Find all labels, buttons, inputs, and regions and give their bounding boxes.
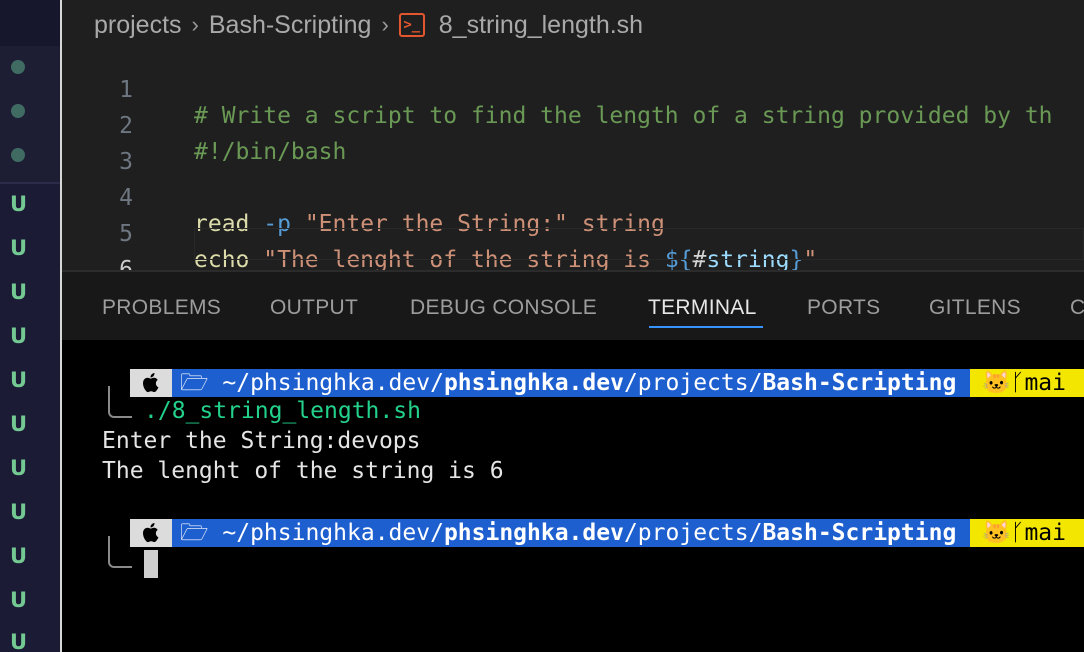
git-branch-name: mai (1024, 520, 1066, 546)
prompt-path: 🗁 ~/phsinghka.dev/phsinghka.dev/projects… (172, 369, 970, 397)
modified-dot (11, 104, 25, 118)
untracked-badge[interactable]: U (10, 500, 34, 524)
untracked-badge[interactable]: U (10, 236, 34, 260)
git-branch-name: mai (1024, 370, 1066, 396)
code-line[interactable]: 2 #!/bin/bash (62, 82, 1084, 165)
untracked-badge[interactable]: U (10, 368, 34, 392)
code-line[interactable]: 5 echo "The lenght of the string is ${#s… (62, 190, 1084, 273)
apple-icon (130, 369, 172, 397)
untracked-badge[interactable]: U (10, 412, 34, 436)
tab-ports[interactable]: PORTS (807, 296, 880, 320)
path-segment: ~/phsinghka.dev/ (222, 520, 444, 546)
git-branch-icon: ᚴ (1010, 520, 1025, 546)
breadcrumb-item[interactable]: projects (94, 11, 182, 40)
folder-icon: 🗁 (180, 520, 223, 546)
path-segment: ~/phsinghka.dev/ (222, 370, 444, 396)
prompt-git: 🐱ᚴmai (970, 519, 1084, 547)
breadcrumb-item[interactable]: 8_string_length.sh (439, 11, 643, 40)
code-line[interactable]: 3 (62, 118, 1084, 175)
untracked-badge[interactable]: U (10, 280, 34, 304)
untracked-badge[interactable]: U (10, 588, 34, 612)
terminal-command: ./8_string_length.sh (144, 398, 421, 424)
breadcrumb: projects › Bash-Scripting › >_ 8_string_… (94, 10, 643, 40)
github-icon: 🐱 (982, 370, 1011, 396)
active-tab-indicator (649, 326, 763, 328)
tab-problems[interactable]: PROBLEMS (102, 296, 221, 320)
github-icon: 🐱 (982, 520, 1011, 546)
path-segment-bold: phsinghka.dev (443, 520, 624, 546)
path-segment: /projects/ (623, 370, 763, 396)
explorer-strip: U U U U U U U U U U U (0, 0, 60, 652)
prompt-git: 🐱ᚴmai (970, 369, 1084, 397)
path-segment-bold: phsinghka.dev (443, 370, 624, 396)
panel-tab-bar: PROBLEMS OUTPUT DEBUG CONSOLE TERMINAL P… (62, 272, 1084, 340)
prompt-bar: 🗁 ~/phsinghka.dev/phsinghka.dev/projects… (130, 519, 1084, 547)
prompt-path: 🗁 ~/phsinghka.dev/phsinghka.dev/projects… (172, 519, 970, 547)
terminal-cursor (144, 550, 158, 578)
modified-dot (11, 60, 25, 74)
git-status-list: U U U U U U U U U U U (0, 184, 60, 652)
terminal-file-icon: >_ (398, 13, 425, 37)
prompt-corner (108, 386, 132, 418)
code-editor[interactable]: projects › Bash-Scripting › >_ 8_string_… (62, 0, 1084, 283)
path-segment-bold: Bash-Scripting (762, 370, 957, 396)
git-branch-icon: ᚴ (1010, 370, 1025, 396)
tab-debug-console[interactable]: DEBUG CONSOLE (410, 296, 597, 320)
untracked-badge[interactable]: U (10, 630, 34, 652)
code-line[interactable]: 6 (62, 226, 1084, 283)
chevron-right-icon: › (191, 12, 199, 37)
tab-overflow[interactable]: C (1070, 296, 1084, 320)
apple-icon (130, 519, 172, 547)
prompt-corner (108, 536, 132, 568)
untracked-badge[interactable]: U (10, 324, 34, 348)
untracked-badge[interactable]: U (10, 192, 34, 216)
folder-icon: 🗁 (180, 370, 223, 396)
path-segment: /projects/ (623, 520, 763, 546)
untracked-badge[interactable]: U (10, 544, 34, 568)
explorer-header (0, 0, 60, 46)
prompt-bar: 🗁 ~/phsinghka.dev/phsinghka.dev/projects… (130, 369, 1084, 397)
untracked-badge[interactable]: U (10, 456, 34, 480)
explorer-modified-dots (0, 46, 60, 182)
terminal-output-line: The lenght of the string is 6 (102, 458, 504, 484)
path-segment-bold: Bash-Scripting (762, 520, 957, 546)
terminal[interactable]: 🗁 ~/phsinghka.dev/phsinghka.dev/projects… (62, 340, 1084, 652)
code-line[interactable]: 4 read -p "Enter the String:" string (62, 154, 1084, 237)
chevron-right-icon: › (381, 12, 389, 37)
tab-terminal[interactable]: TERMINAL (648, 296, 757, 320)
terminal-output-line: Enter the String:devops (102, 428, 421, 454)
code-line[interactable]: 1 # Write a script to find the length of… (62, 46, 1084, 129)
tab-output[interactable]: OUTPUT (270, 296, 358, 320)
modified-dot (11, 148, 25, 162)
breadcrumb-item[interactable]: Bash-Scripting (209, 11, 372, 40)
tab-gitlens[interactable]: GITLENS (929, 296, 1021, 320)
